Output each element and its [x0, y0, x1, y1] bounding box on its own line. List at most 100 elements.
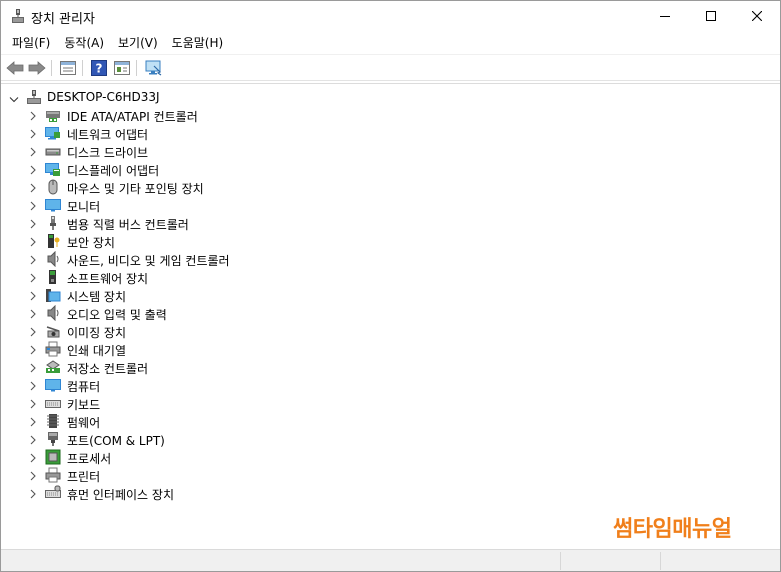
device-tree: DESKTOP-C6HD33J IDE ATA/ATAPI 컨트롤러 네트워크 … — [1, 83, 780, 548]
expand-arrow-icon[interactable] — [30, 146, 36, 157]
properties-button[interactable] — [58, 59, 78, 77]
tree-node-disk-drive[interactable]: 디스크 드라이브 — [1, 142, 761, 160]
tree-node-label: 소프트웨어 장치 — [67, 272, 149, 286]
help-icon: ? — [91, 60, 107, 76]
expand-arrow-icon[interactable] — [30, 488, 36, 499]
status-pane — [560, 552, 660, 570]
expand-arrow-icon[interactable] — [30, 200, 36, 211]
forward-button[interactable] — [27, 59, 47, 77]
storage-controller-icon — [45, 359, 61, 375]
tree-node-software-device[interactable]: 소프트웨어 장치 — [1, 268, 761, 286]
tree-node-label: 프로세서 — [67, 452, 112, 466]
computer-root-icon — [26, 89, 42, 105]
tree-node-processor[interactable]: 프로세서 — [1, 448, 761, 466]
tree-node-label: 오디오 입력 및 출력 — [67, 308, 167, 322]
expand-arrow-icon[interactable] — [30, 272, 36, 283]
expand-arrow-icon[interactable] — [30, 416, 36, 427]
tree-node-computer[interactable]: 컴퓨터 — [1, 376, 761, 394]
expand-arrow-icon[interactable] — [30, 452, 36, 463]
toolbar-separator — [82, 60, 83, 76]
tree-node-sound-video-game[interactable]: 사운드, 비디오 및 게임 컨트롤러 — [1, 250, 761, 268]
window-title: 장치 관리자 — [31, 12, 95, 27]
expand-arrow-icon[interactable] — [30, 398, 36, 409]
print-queue-icon — [45, 341, 61, 357]
tree-node-label: 펌웨어 — [67, 416, 101, 430]
tree-node-label: 휴먼 인터페이스 장치 — [67, 488, 174, 502]
expand-arrow-icon[interactable] — [30, 344, 36, 355]
toolbar-separator — [51, 60, 52, 76]
status-pane — [660, 552, 760, 570]
expand-arrow-icon[interactable] — [30, 128, 36, 139]
expand-arrow-icon[interactable] — [30, 308, 36, 319]
tree-node-display-adapter[interactable]: 디스플레이 어댑터 — [1, 160, 761, 178]
menu-view[interactable]: 보기(V) — [111, 32, 165, 53]
device-manager-window: 장치 관리자 파일(F) 동작(A) 보기(V) 도움말(H) ? DESKTO… — [0, 0, 781, 572]
tree-node-usb-controller[interactable]: 범용 직렬 버스 컨트롤러 — [1, 214, 761, 232]
tree-node-label: 디스크 드라이브 — [67, 146, 149, 160]
tree-node-print-queue[interactable]: 인쇄 대기열 — [1, 340, 761, 358]
expand-arrow-icon[interactable] — [30, 110, 36, 121]
tree-node-label: 이미징 장치 — [67, 326, 127, 340]
expand-arrow-icon[interactable] — [30, 254, 36, 265]
tree-node-security-device[interactable]: 보안 장치 — [1, 232, 761, 250]
back-button[interactable] — [5, 59, 25, 77]
tree-node-printer[interactable]: 프린터 — [1, 466, 761, 484]
expand-arrow-icon[interactable] — [30, 326, 36, 337]
minimize-button[interactable] — [642, 1, 688, 31]
help-button[interactable]: ? — [89, 59, 109, 77]
device-category-list: IDE ATA/ATAPI 컨트롤러 네트워크 어댑터 디스크 드라이브 디스플… — [1, 106, 761, 502]
usb-icon — [45, 215, 61, 231]
tree-node-system-device[interactable]: 시스템 장치 — [1, 286, 761, 304]
tree-node-imaging-device[interactable]: 이미징 장치 — [1, 322, 761, 340]
tree-root-label: DESKTOP-C6HD33J — [47, 90, 160, 104]
expand-arrow-icon[interactable] — [30, 218, 36, 229]
tree-node-label: 저장소 컨트롤러 — [67, 362, 149, 376]
menu-action[interactable]: 동작(A) — [57, 32, 111, 53]
keyboard-icon — [45, 395, 61, 411]
svg-text:?: ? — [96, 62, 103, 76]
maximize-button[interactable] — [688, 1, 734, 31]
tree-node-label: 포트(COM & LPT) — [67, 434, 165, 448]
toolbar-separator — [136, 60, 137, 76]
tree-node-monitor[interactable]: 모니터 — [1, 196, 761, 214]
expand-arrow-icon[interactable] — [30, 182, 36, 193]
show-hidden-button[interactable] — [112, 59, 132, 77]
maximize-icon — [706, 11, 716, 21]
tree-node-ide-controller[interactable]: IDE ATA/ATAPI 컨트롤러 — [1, 106, 761, 124]
back-icon — [6, 61, 24, 75]
expand-arrow-icon[interactable] — [30, 434, 36, 445]
hid-icon — [45, 485, 61, 501]
tree-node-hid[interactable]: 휴먼 인터페이스 장치 — [1, 484, 761, 502]
tree-node-port[interactable]: 포트(COM & LPT) — [1, 430, 761, 448]
tree-node-keyboard[interactable]: 키보드 — [1, 394, 761, 412]
expand-arrow-icon[interactable] — [30, 470, 36, 481]
menu-file[interactable]: 파일(F) — [5, 32, 57, 53]
tree-node-network-adapter[interactable]: 네트워크 어댑터 — [1, 124, 761, 142]
minimize-icon — [660, 16, 670, 17]
collapse-arrow-icon[interactable] — [9, 93, 19, 103]
tree-node-mouse[interactable]: 마우스 및 기타 포인팅 장치 — [1, 178, 761, 196]
network-adapter-icon — [45, 125, 61, 141]
tree-node-storage-controller[interactable]: 저장소 컨트롤러 — [1, 358, 761, 376]
expand-arrow-icon[interactable] — [30, 164, 36, 175]
expand-arrow-icon[interactable] — [30, 236, 36, 247]
expand-arrow-icon[interactable] — [30, 380, 36, 391]
expand-arrow-icon[interactable] — [30, 290, 36, 301]
menu-help[interactable]: 도움말(H) — [165, 32, 231, 53]
software-device-icon — [45, 269, 61, 285]
camera-icon — [45, 323, 61, 339]
close-icon — [752, 11, 762, 21]
status-bar — [1, 549, 780, 571]
security-device-icon — [45, 233, 61, 249]
close-button[interactable] — [734, 1, 780, 31]
expand-arrow-icon[interactable] — [30, 362, 36, 373]
tree-root-node[interactable]: DESKTOP-C6HD33J — [1, 88, 761, 106]
tree-node-label: 디스플레이 어댑터 — [67, 164, 160, 178]
tree-node-audio-io[interactable]: 오디오 입력 및 출력 — [1, 304, 761, 322]
tree-node-firmware[interactable]: 펌웨어 — [1, 412, 761, 430]
speaker-icon — [45, 250, 61, 268]
tree-node-label: 시스템 장치 — [67, 290, 127, 304]
disk-drive-icon — [45, 143, 61, 159]
scan-hardware-button[interactable] — [144, 59, 164, 77]
port-icon — [45, 431, 61, 447]
